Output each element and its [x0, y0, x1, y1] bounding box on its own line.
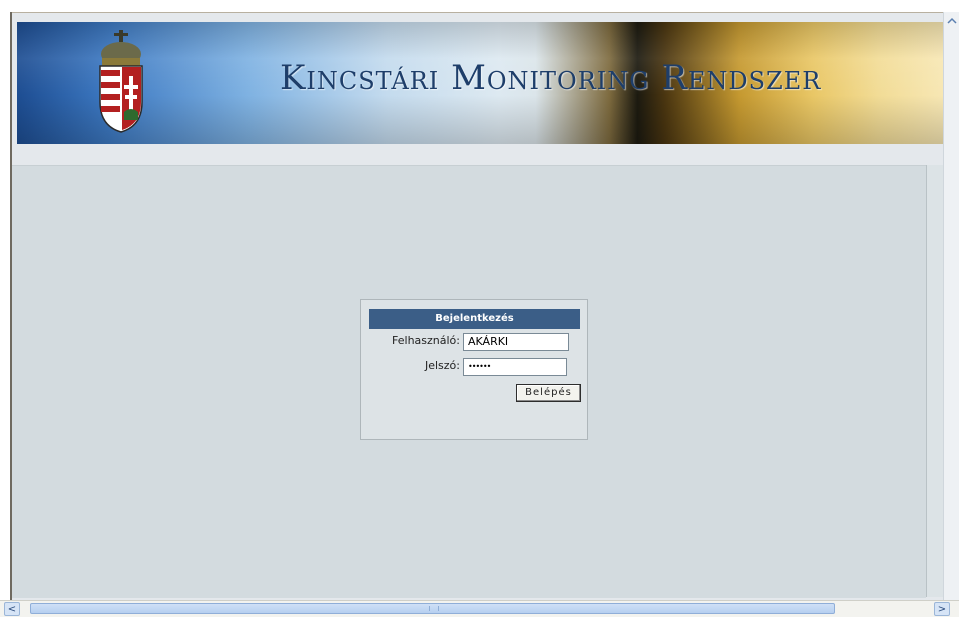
login-header: Bejelentkezés: [369, 309, 580, 329]
username-label: Felhasználó:: [392, 334, 460, 347]
password-input[interactable]: ••••••: [463, 358, 567, 376]
scroll-grip-icon: [429, 606, 439, 611]
username-input[interactable]: AKÁRKI: [463, 333, 569, 351]
horizontal-scrollbar[interactable]: < >: [0, 600, 959, 617]
scroll-left-button[interactable]: <: [4, 602, 20, 616]
window-top-strip: [0, 0, 959, 13]
login-button[interactable]: Belépés: [516, 384, 581, 402]
scroll-up-icon[interactable]: [946, 16, 958, 26]
window-left-frame: [0, 12, 12, 600]
scroll-thumb[interactable]: [30, 603, 835, 614]
vertical-scrollbar[interactable]: [943, 12, 959, 600]
scroll-right-button[interactable]: >: [934, 602, 950, 616]
app-title: Kincstári Monitoring Rendszer: [280, 58, 822, 98]
password-label: Jelszó:: [424, 359, 460, 372]
right-side-panel: [926, 165, 944, 597]
coat-of-arms-icon: [99, 30, 143, 133]
login-form: Bejelentkezés Felhasználó: AKÁRKI Jelszó…: [360, 299, 588, 440]
